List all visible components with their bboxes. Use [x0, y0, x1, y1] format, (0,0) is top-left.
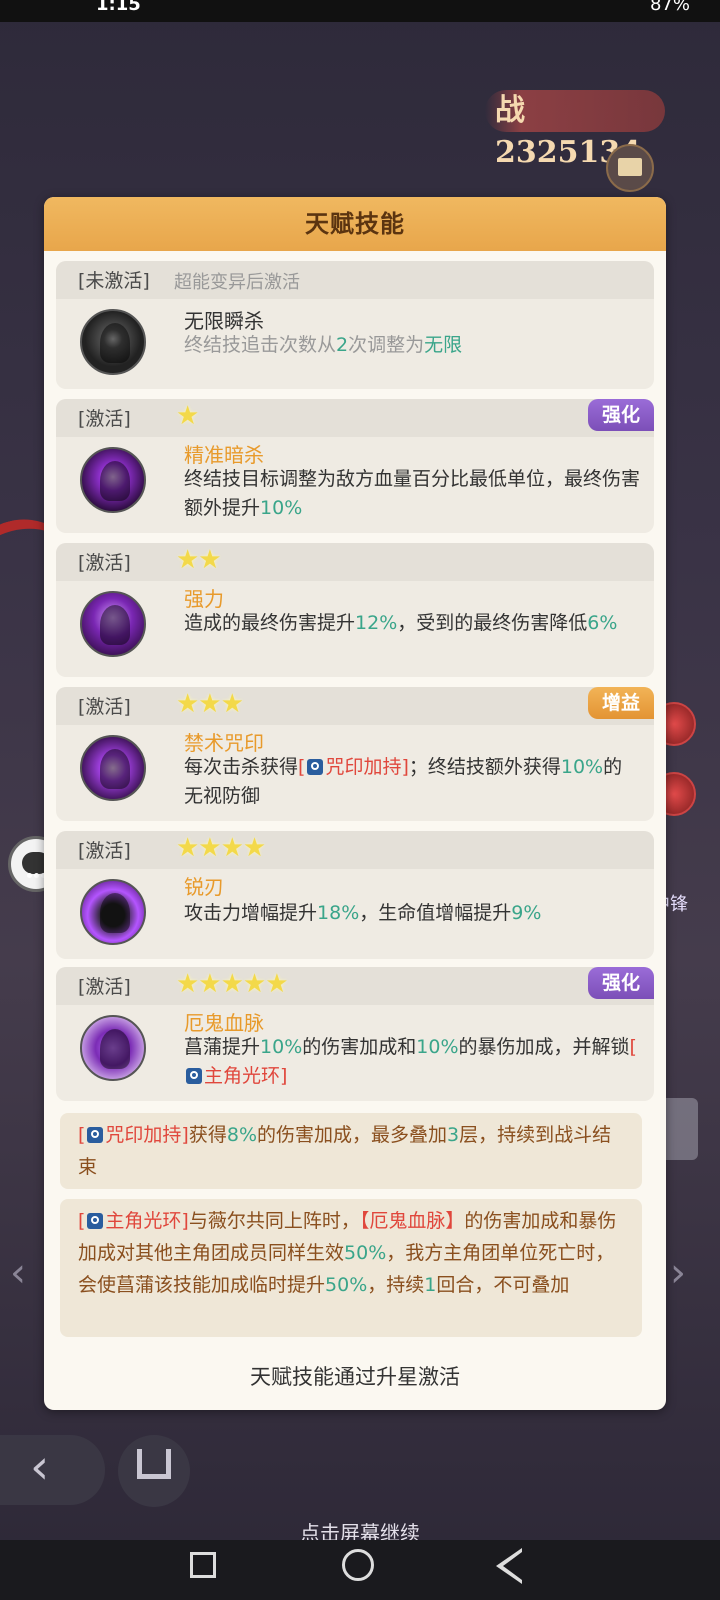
talent-card: [未激活] 超能变异后激活 无限瞬杀 终结技追击次数从2次调整为无限 — [56, 261, 654, 389]
curse-seal-icon — [87, 1127, 104, 1143]
talent-card: [激活] ★ 强化 精准暗杀 终结技目标调整为敌方血量百分比最低单位，最终伤害额… — [56, 399, 654, 533]
card-condition: 超能变异后激活 — [174, 272, 300, 293]
star-rating: ★ — [176, 401, 199, 431]
back-arrow-icon: ‹ — [30, 1439, 50, 1495]
talent-card: [激活] ★★ 强力 造成的最终伤害提升12%，受到的最终伤害降低6% — [56, 543, 654, 677]
book-icon[interactable] — [606, 144, 654, 192]
star-rating: ★★★★ — [176, 833, 266, 863]
card-status: [激活] — [78, 552, 131, 574]
status-bar: 1:15 87% — [0, 0, 720, 22]
skill-name: 强力 — [184, 587, 224, 611]
skill-icon — [80, 735, 146, 801]
next-arrow-icon[interactable]: › — [670, 1250, 686, 1296]
enhance-badge: 强化 — [588, 967, 654, 999]
card-status: [激活] — [78, 696, 131, 718]
skill-desc: 菖蒲提升10%的伤害加成和10%的暴伤加成，并解锁[主角光环] — [184, 1036, 637, 1087]
skill-icon — [80, 309, 146, 375]
skill-icon — [80, 1015, 146, 1081]
system-back-icon[interactable] — [496, 1548, 522, 1584]
home-circle-icon[interactable] — [342, 1549, 374, 1581]
enhance-badge: 强化 — [588, 399, 654, 431]
talent-card: [激活] ★★★★ 锐刃 攻击力增幅提升18%，生命值增幅提升9% — [56, 831, 654, 959]
status-time: 1:15 — [96, 0, 141, 15]
card-status: [激活] — [78, 976, 131, 998]
skill-name: 禁术咒印 — [184, 731, 264, 755]
footer-hint: 天赋技能通过升星激活 — [250, 1365, 460, 1389]
skill-desc: 终结技追击次数从2次调整为无限 — [184, 334, 463, 356]
dialog-title: 天赋技能 — [44, 197, 666, 251]
talent-card: [激活] ★★★ 增益 禁术咒印 每次击杀获得[咒印加持]；终结技额外获得10%… — [56, 687, 654, 821]
skill-desc: 攻击力增幅提升18%，生命值增幅提升9% — [184, 902, 542, 924]
skill-desc: 终结技目标调整为敌方血量百分比最低单位，最终伤害额外提升10% — [184, 468, 641, 519]
talent-dialog: 天赋技能 [未激活] 超能变异后激活 无限瞬杀 终结技追击次数从2次调整为无限 … — [44, 197, 666, 1410]
halo-note: [主角光环]与薇尔共同上阵时，【厄鬼血脉】的伤害加成和暴伤加成对其他主角团成员同… — [60, 1199, 642, 1337]
skill-icon — [80, 879, 146, 945]
home-icon — [137, 1449, 171, 1479]
card-status: [激活] — [78, 408, 131, 430]
skill-name: 锐刃 — [184, 875, 224, 899]
star-rating: ★★★★★ — [176, 969, 289, 999]
skill-name: 厄鬼血脉 — [184, 1011, 264, 1035]
card-status: [激活] — [78, 840, 131, 862]
home-button[interactable] — [118, 1435, 190, 1507]
skill-name: 无限瞬杀 — [184, 309, 264, 333]
talent-card: [激活] ★★★★★ 强化 厄鬼血脉 菖蒲提升10%的伤害加成和10%的暴伤加成… — [56, 967, 654, 1101]
curse-seal-icon — [307, 759, 324, 775]
card-status: [未激活] — [78, 270, 150, 292]
buff-badge: 增益 — [588, 687, 654, 719]
skill-icon — [80, 591, 146, 657]
halo-icon — [87, 1213, 104, 1229]
star-rating: ★★ — [176, 545, 222, 575]
buff-note: [咒印加持]获得8%的伤害加成，最多叠加3层，持续到战斗结束 — [60, 1113, 642, 1189]
prev-arrow-icon[interactable]: ‹ — [10, 1250, 26, 1296]
skill-icon — [80, 447, 146, 513]
combat-power: 战2325134 — [485, 90, 665, 170]
recent-apps-icon[interactable] — [190, 1552, 216, 1578]
battery-level: 87% — [649, 0, 690, 15]
skill-desc: 每次击杀获得[咒印加持]；终结技额外获得10%的无视防御 — [184, 756, 623, 807]
skill-desc: 造成的最终伤害提升12%，受到的最终伤害降低6% — [184, 612, 618, 634]
halo-icon — [186, 1068, 202, 1084]
skill-name: 精准暗杀 — [184, 443, 264, 467]
back-button[interactable]: ‹ — [0, 1435, 105, 1505]
star-rating: ★★★ — [176, 689, 244, 719]
